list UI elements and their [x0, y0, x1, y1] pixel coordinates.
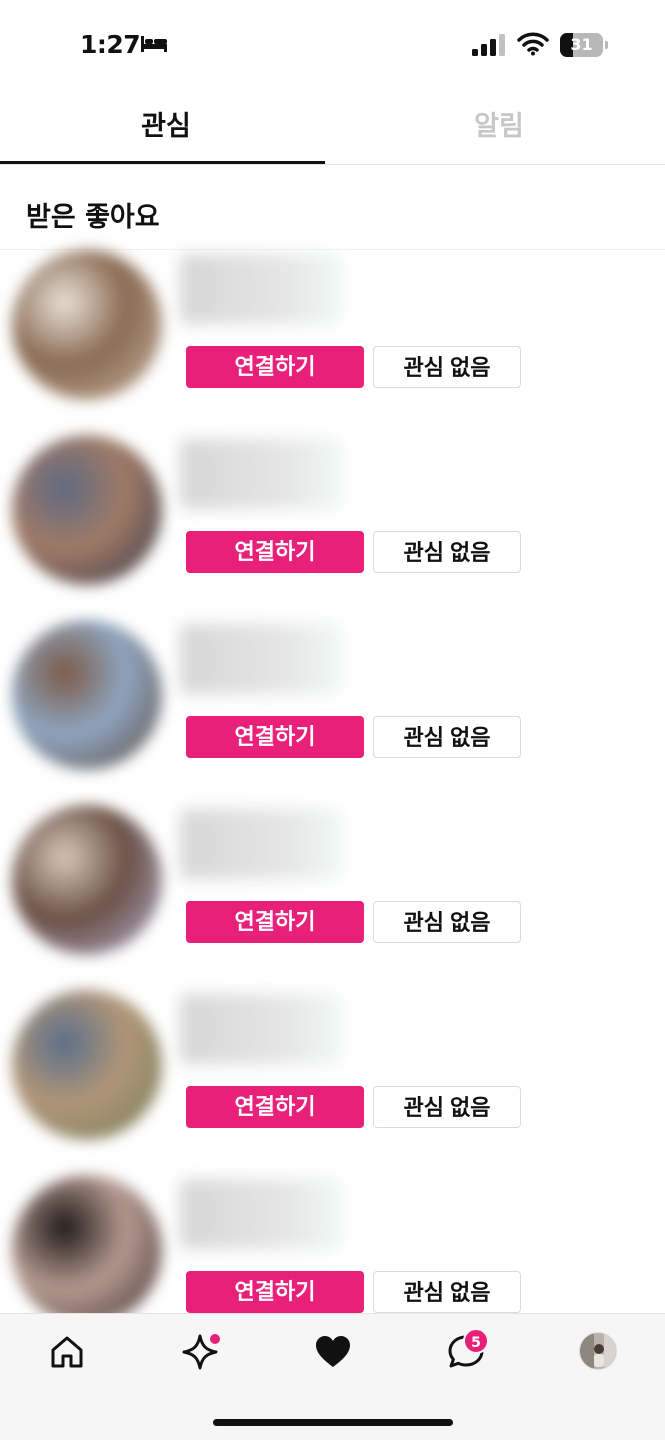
blurred-profile-info: [180, 994, 340, 1064]
home-icon[interactable]: [47, 1332, 87, 1372]
not-interested-button[interactable]: 관심 없음: [373, 1086, 521, 1128]
heart-icon[interactable]: [313, 1332, 353, 1372]
blurred-profile-info: [180, 809, 340, 879]
blurred-profile-info: [180, 1179, 340, 1249]
avatar[interactable]: [12, 435, 162, 585]
list-item: 연결하기 관심 없음: [0, 990, 665, 1175]
status-bar: 1:27 31: [0, 0, 665, 90]
list-item: 연결하기 관심 없음: [0, 805, 665, 990]
connect-button[interactable]: 연결하기: [186, 346, 364, 388]
tab-interest[interactable]: 관심: [0, 90, 332, 164]
battery-body: 31: [560, 33, 603, 57]
list-item: 연결하기 관심 없음: [0, 435, 665, 620]
not-interested-button[interactable]: 관심 없음: [373, 901, 521, 943]
connect-button[interactable]: 연결하기: [186, 901, 364, 943]
battery-icon: 31: [560, 33, 608, 57]
connect-button[interactable]: 연결하기: [186, 531, 364, 573]
list-item: 연결하기 관심 없음: [0, 620, 665, 805]
avatar[interactable]: [12, 990, 162, 1140]
battery-tip: [605, 41, 608, 49]
bed-icon: [141, 36, 167, 52]
tab-notifications[interactable]: 알림: [333, 90, 665, 164]
connect-button[interactable]: 연결하기: [186, 716, 364, 758]
avatar[interactable]: [12, 805, 162, 955]
not-interested-button[interactable]: 관심 없음: [373, 1271, 521, 1313]
connect-button[interactable]: 연결하기: [186, 1271, 364, 1313]
blurred-profile-info: [180, 439, 340, 509]
chat-unread-badge: 5: [463, 1328, 489, 1354]
tab-bar: 관심 알림: [0, 90, 665, 165]
wifi-icon: [517, 32, 549, 56]
connect-button[interactable]: 연결하기: [186, 1086, 364, 1128]
cellular-signal-icon: [472, 34, 505, 56]
active-tab-indicator: [0, 161, 325, 164]
not-interested-button[interactable]: 관심 없음: [373, 716, 521, 758]
avatar[interactable]: [12, 1175, 162, 1325]
not-interested-button[interactable]: 관심 없음: [373, 346, 521, 388]
profile-image: [580, 1333, 616, 1369]
home-indicator[interactable]: [213, 1419, 453, 1426]
battery-percentage: 31: [570, 35, 593, 54]
list-item: 연결하기 관심 없음: [0, 250, 665, 435]
blurred-profile-info: [180, 254, 340, 324]
not-interested-button[interactable]: 관심 없음: [373, 531, 521, 573]
avatar[interactable]: [12, 250, 162, 400]
blurred-profile-info: [180, 624, 340, 694]
status-time: 1:27: [80, 30, 141, 59]
profile-avatar[interactable]: [579, 1332, 617, 1370]
sparkle-notification-dot: [210, 1334, 220, 1344]
section-title: 받은 좋아요: [26, 202, 160, 233]
avatar[interactable]: [12, 620, 162, 770]
